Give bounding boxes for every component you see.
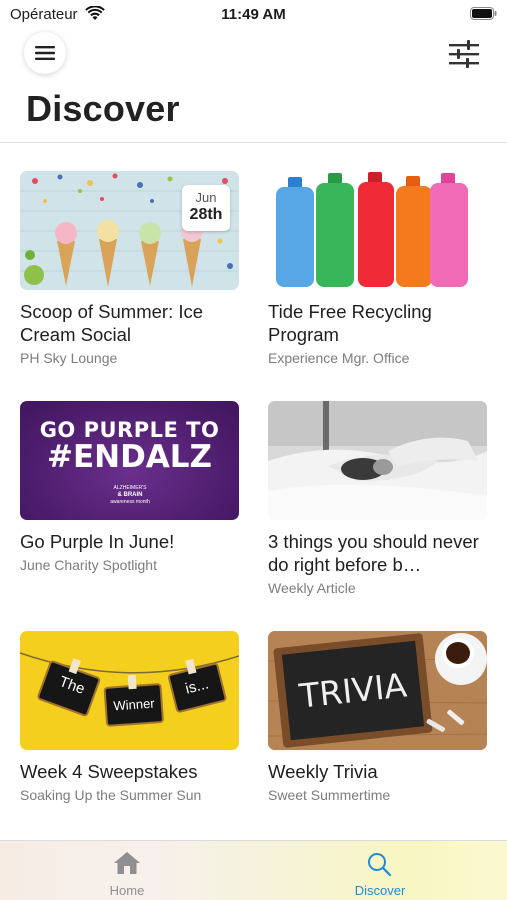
tab-home[interactable]: Home [67,841,187,900]
tab-home-label: Home [109,883,145,898]
date-badge-month: Jun [195,190,217,205]
card-image-winner-signs: The Winner is... [20,631,239,750]
card-image-detergent-bottles [268,171,487,290]
logo-line3: awareness month [110,499,150,505]
search-icon [368,853,392,877]
tab-discover-label: Discover [354,883,406,898]
card-go-purple[interactable]: GO PURPLE TO #ENDALZ ALZHEIMER'S & BRAIN… [20,401,240,573]
card-image-sleeping-person [268,401,487,520]
card-ice-cream-social[interactable]: Jun 28th Scoop of Summer: Ice Cream Soci… [20,171,240,366]
card-tide-recycling[interactable]: Tide Free Recycling Program Experience M… [268,171,488,366]
page-title: Discover [26,88,180,129]
card-image-trivia-chalkboard: TRIVIA [268,631,487,750]
card-title: Go Purple In June! [20,531,175,552]
card-subtitle: Soaking Up the Summer Sun [20,787,202,803]
home-icon [114,852,140,874]
card-subtitle: Weekly Article [268,580,356,596]
card-sweepstakes[interactable]: The Winner is... Week 4 Sweepstakes Soak… [20,631,240,803]
card-sleep-article[interactable]: 3 things you should never do right befor… [268,401,488,596]
filter-sliders-icon[interactable] [449,40,479,68]
card-image-endalz: GO PURPLE TO #ENDALZ ALZHEIMER'S & BRAIN… [20,401,239,520]
card-title: Week 4 Sweepstakes [20,761,198,782]
battery-icon [470,7,497,20]
card-subtitle: Sweet Summertime [268,787,391,803]
logo-line2: & BRAIN [117,492,143,498]
card-subtitle: PH Sky Lounge [20,350,118,366]
tab-discover[interactable]: Discover [320,841,440,900]
logo-line1: ALZHEIMER'S [113,485,147,491]
card-subtitle: Experience Mgr. Office [268,350,410,366]
card-image-ice-cream: Jun 28th [20,171,239,290]
card-title: Scoop of Summer: Ice Cream Social [20,301,204,345]
tab-bar: Home Discover [0,840,507,900]
header-divider [0,142,507,143]
hamburger-icon [35,46,55,60]
card-title: Tide Free Recycling Program [268,301,432,345]
alzheimers-logo: ALZHEIMER'S & BRAIN awareness month [104,485,156,506]
menu-button[interactable] [24,32,66,74]
card-subtitle: June Charity Spotlight [20,557,157,573]
date-badge-day: 28th [189,206,223,223]
status-bar: Opérateur 11:49 AM [0,0,507,30]
card-weekly-trivia[interactable]: TRIVIA Weekly Trivia Sweet Summertime [268,631,488,803]
date-badge: Jun 28th [182,185,230,231]
image-text-line2: #ENDALZ [46,439,213,475]
status-time: 11:49 AM [221,6,286,23]
card-title: 3 things you should never do right befor… [268,531,479,575]
card-title: Weekly Trivia [268,761,378,782]
